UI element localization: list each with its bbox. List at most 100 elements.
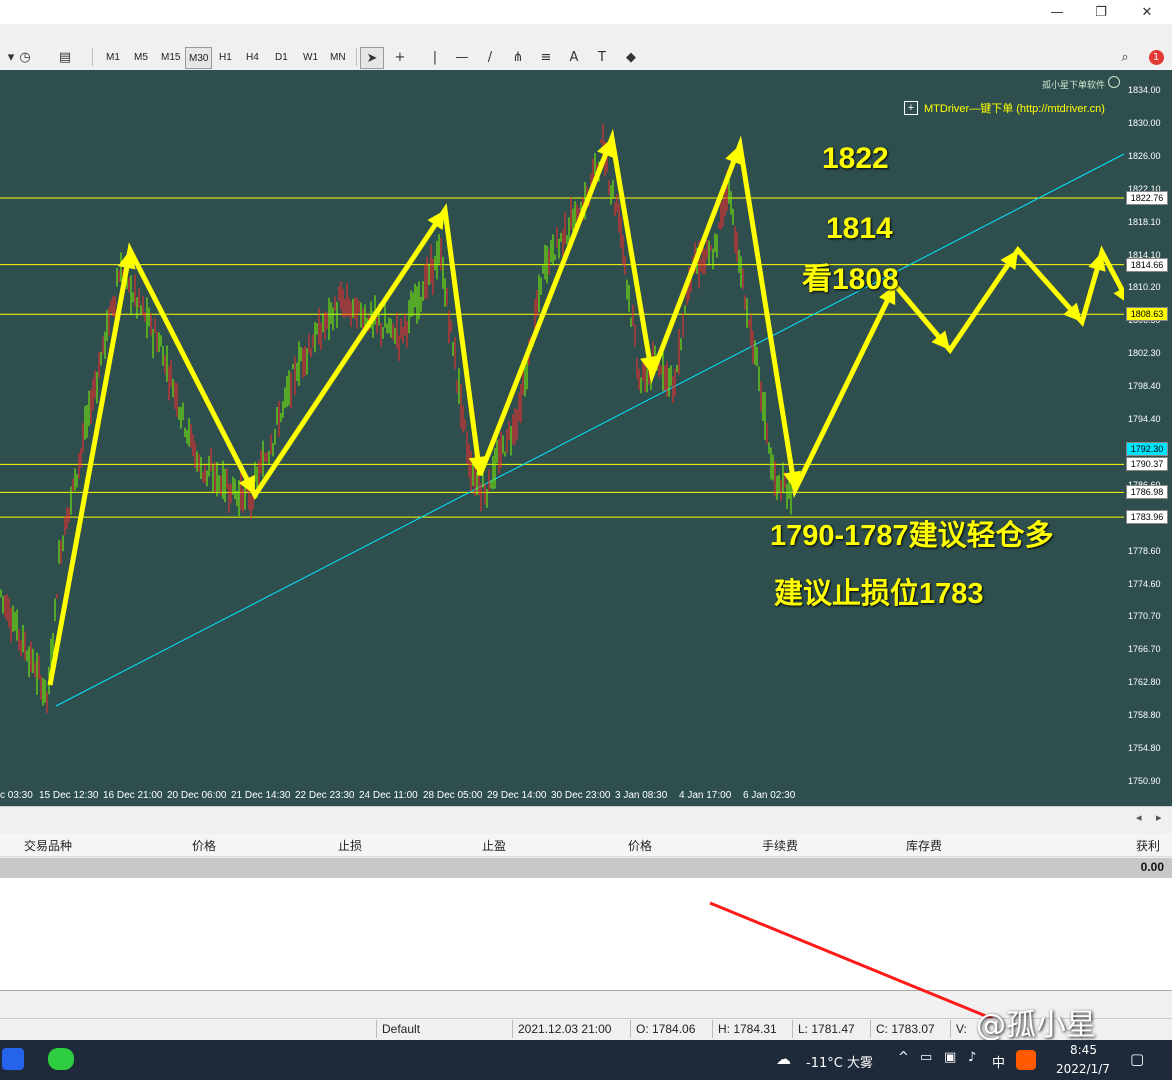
price-axis-label: 1750.90 <box>1128 775 1161 786</box>
price-axis[interactable] <box>1124 70 1172 806</box>
status-low: L: 1781.47 <box>792 1020 872 1038</box>
notifications-button[interactable]: 1 <box>1142 47 1170 67</box>
network-icon[interactable]: ▭ <box>920 1050 932 1065</box>
plus-icon[interactable]: + <box>904 101 918 115</box>
vertical-line-tool-icon[interactable]: | <box>424 47 446 67</box>
sogou-icon[interactable] <box>1016 1050 1036 1070</box>
status-high: H: 1784.31 <box>712 1020 792 1038</box>
status-profile: Default <box>376 1020 510 1038</box>
ime-indicator[interactable]: 中 <box>992 1052 1005 1071</box>
orders-column-header[interactable]: 获利 <box>1136 834 1160 856</box>
timeframe-w1-button[interactable]: W1 <box>300 47 321 67</box>
price-axis-label: 1754.80 <box>1128 743 1161 753</box>
notifications-badge: 1 <box>1148 49 1164 65</box>
clock-icon[interactable]: ◷ <box>14 47 36 67</box>
timeframe-h4-button[interactable]: H4 <box>243 47 262 67</box>
timeframe-d1-button[interactable]: D1 <box>272 47 291 67</box>
timeframe-m30-button[interactable]: M30 <box>185 47 213 69</box>
action-center-icon[interactable]: ▢ <box>1130 1050 1144 1068</box>
toolbar-separator <box>92 48 93 66</box>
toolbar-separator <box>356 48 357 66</box>
plugin-label-row[interactable]: + MTDriver—键下单 (http://mtdriver.cn) <box>904 100 1105 116</box>
scroll-left-icon[interactable]: ◂ <box>1136 811 1142 824</box>
status-open: O: 1784.06 <box>630 1020 710 1038</box>
price-axis-label: 1826.00 <box>1128 150 1161 161</box>
price-axis-label: 1798.40 <box>1128 381 1161 392</box>
price-tag: 1783.96 <box>1126 510 1168 525</box>
restore-icon[interactable]: ❐ <box>1078 0 1124 24</box>
smiley-icon <box>1108 76 1120 88</box>
close-icon[interactable]: ✕ <box>1124 0 1170 24</box>
status-close: C: 1783.07 <box>870 1020 950 1038</box>
orders-column-header[interactable]: 止损 <box>338 834 362 856</box>
scroll-right-icon[interactable]: ▸ <box>1156 811 1162 824</box>
price-axis-label: 1774.60 <box>1128 578 1161 589</box>
weather-text: -11°C 大雾 <box>806 1056 873 1071</box>
pitchfork-tool-icon[interactable]: ⋔ <box>507 47 529 67</box>
clock-time[interactable]: 8:45 <box>1070 1043 1097 1057</box>
plugin-label: MTDriver—键下单 (http://mtdriver.cn) <box>924 103 1105 115</box>
speaker-icon[interactable]: ♪ <box>968 1050 976 1065</box>
time-axis-label: 16 Dec 21:00 <box>103 790 163 801</box>
time-axis-label: 4 Jan 17:00 <box>679 790 732 801</box>
price-axis-label: 1766.70 <box>1128 644 1161 655</box>
display-icon[interactable]: ▣ <box>944 1050 956 1065</box>
shapes-tool-icon[interactable]: ◆ <box>620 47 642 67</box>
orders-column-header[interactable]: 手续费 <box>762 834 798 856</box>
crosshair-tool-icon[interactable]: + <box>389 47 411 67</box>
time-axis-label: 15 Dec 12:30 <box>39 790 99 801</box>
chevron-up-icon[interactable]: ^ <box>898 1050 909 1065</box>
timeframe-h1-button[interactable]: H1 <box>216 47 235 67</box>
timeframe-m1-button[interactable]: M1 <box>103 47 123 67</box>
annotation-stop: 建议止损位1783 <box>774 578 984 610</box>
orders-column-header[interactable]: 价格 <box>192 834 216 856</box>
time-axis-label: 6 Jan 02:30 <box>743 790 796 801</box>
annotation-entry: 1790-1787建议轻仓多 <box>770 520 1054 552</box>
price-axis-label: 1810.20 <box>1128 282 1161 293</box>
text-tool-icon[interactable]: A <box>563 47 585 67</box>
orders-column-header[interactable]: 库存费 <box>906 834 942 856</box>
price-axis-label: 1834.00 <box>1128 85 1161 95</box>
weibo-watermark: @孤小星 <box>976 1008 1096 1043</box>
price-axis-label: 1830.00 <box>1128 117 1161 128</box>
orders-column-header[interactable]: 交易品种 <box>24 834 72 856</box>
price-axis-label: 1758.80 <box>1128 710 1161 721</box>
minimize-icon[interactable]: — <box>1034 0 1080 24</box>
status-volume: V: <box>950 1020 976 1038</box>
watermark-label: 孤小星下单软件 <box>1042 80 1106 90</box>
price-tag: 1822.76 <box>1126 191 1168 206</box>
orders-column-header[interactable]: 止盈 <box>482 834 506 856</box>
timeframe-mn-button[interactable]: MN <box>327 47 349 67</box>
chart-canvas[interactable] <box>0 70 1124 806</box>
timeframe-m15-button[interactable]: M15 <box>158 47 183 67</box>
fibonacci-tool-icon[interactable]: ≡ <box>535 47 557 67</box>
time-axis-label: 20 Dec 06:00 <box>167 790 227 801</box>
time-axis-label: 29 Dec 14:00 <box>487 790 547 801</box>
orders-column-header[interactable]: 价格 <box>628 834 652 856</box>
cloud-icon: ☁ <box>776 1050 791 1068</box>
price-tag: 1792.30 <box>1126 441 1168 456</box>
search-icon[interactable]: ⌕ <box>1114 47 1136 67</box>
price-axis-label: 1794.40 <box>1128 414 1161 424</box>
clock-date[interactable]: 2022/1/7 <box>1056 1062 1110 1076</box>
label-tool-icon[interactable]: T <box>591 47 613 67</box>
timeframe-m5-button[interactable]: M5 <box>131 47 151 67</box>
cursor-tool-icon[interactable]: ➤ <box>360 47 384 69</box>
wechat-icon[interactable] <box>48 1048 74 1070</box>
trendline-tool-icon[interactable]: / <box>479 47 501 67</box>
time-axis-label: 30 Dec 23:00 <box>551 790 611 801</box>
trend-line <box>55 153 1124 707</box>
time-axis-label: 24 Dec 11:00 <box>359 790 418 801</box>
time-axis-label: 21 Dec 14:30 <box>231 790 291 801</box>
price-chart[interactable]: 孤小星下单软件 + MTDriver—键下单 (http://mtdriver.… <box>0 70 1124 806</box>
time-axis-label: 3 Jan 08:30 <box>615 790 668 801</box>
orders-table-header <box>0 834 1172 857</box>
terminal-panel[interactable] <box>0 878 1172 991</box>
horizontal-line-tool-icon[interactable]: — <box>451 47 473 67</box>
indicators-icon[interactable]: ▤ <box>54 47 76 67</box>
annotation-1814: 1814 <box>826 212 893 245</box>
time-axis-label: 22 Dec 23:30 <box>295 790 355 801</box>
app-icon[interactable] <box>2 1048 24 1070</box>
price-tag: 1814.66 <box>1126 257 1168 272</box>
chart-scroll-strip[interactable]: ◂ ▸ <box>0 806 1172 831</box>
